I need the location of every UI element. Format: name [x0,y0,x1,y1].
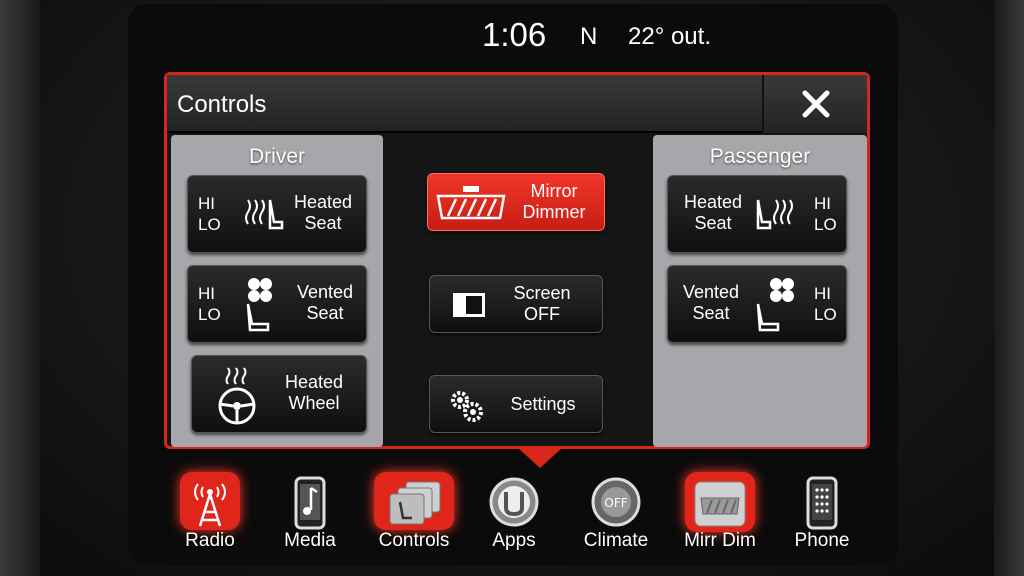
mirror-dimmer-button[interactable]: Mirror Dimmer [427,173,605,231]
hi-label: HI [814,284,831,303]
heated-seat-line2: Seat [304,213,342,233]
dock-radio[interactable]: Radio [162,470,258,562]
vented-seat-icon [756,278,794,332]
dock-apps[interactable]: Apps [466,470,562,562]
mirror-dimmer-line1: Mirror [530,181,578,201]
heated-seat-line1: Heated [683,192,743,212]
status-bar: 1:06 N 22° out. [128,4,898,66]
bezel-right-edge [994,0,1024,576]
apps-icon [489,477,539,527]
dock-label: Controls [378,530,450,551]
screen-off-line1: Screen [513,283,571,303]
panel-header: Controls [167,75,867,133]
settings-button[interactable]: Settings [429,375,603,433]
vented-seat-line1: Vented [296,282,354,302]
panel-pointer [518,448,562,468]
heated-seat-line1: Heated [293,192,353,212]
hi-label: HI [198,284,215,303]
dock-label: Apps [492,530,536,551]
close-button[interactable] [762,75,867,133]
lo-label: LO [814,305,837,324]
settings-gear-icon [451,391,483,422]
clock: 1:06 [482,16,547,53]
bezel-left-edge [0,0,40,576]
passenger-zone: Passenger Heated Seat HI LO Vented Seat [653,135,867,447]
heated-seat-line2: Seat [694,213,732,233]
lo-label: LO [198,305,221,324]
dock-label: Radio [185,530,235,551]
driver-zone: Driver HI LO Heated Seat HI LO Vented Se… [171,135,383,447]
passenger-heated-seat-button[interactable]: Heated Seat HI LO [667,175,847,253]
hi-label: HI [198,194,215,213]
heated-wheel-line1: Heated [284,372,344,392]
passenger-vented-seat-button[interactable]: Vented Seat HI LO [667,265,847,343]
panel-title: Controls [177,91,267,118]
vented-seat-line1: Vented [682,282,740,302]
media-player-icon [294,476,326,530]
lo-label: LO [814,215,837,234]
dock-phone[interactable]: Phone [774,470,870,562]
controls-panel: Controls Driver HI LO Heated Seat HI LO … [164,72,870,449]
close-icon [802,90,829,118]
outside-temperature: 22° out. [628,23,711,50]
screen-off-icon [453,293,485,317]
driver-heated-seat-button[interactable]: HI LO Heated Seat [187,175,367,253]
heated-seat-icon [756,199,793,230]
lo-label: LO [198,215,221,234]
dock-media[interactable]: Media [262,470,358,562]
heated-seat-icon [245,199,284,230]
phone-icon [806,476,838,530]
mirror-dim-icon [694,481,746,527]
dock-mirr-dim[interactable]: Mirr Dim [672,470,768,562]
driver-title: Driver [249,145,305,168]
driver-heated-wheel-button[interactable]: Heated Wheel [191,355,367,433]
dock-controls[interactable]: Controls [366,470,462,562]
screen-off-button[interactable]: Screen OFF [429,275,603,333]
mirror-dimmer-icon [436,186,506,220]
dock-climate[interactable]: OFF Climate [568,470,664,562]
vented-seat-icon [246,278,272,332]
bottom-dock: Radio Media Controls Apps OFF Climate Mi… [128,470,898,566]
controls-icon [389,481,441,525]
mirror-dimmer-line2: Dimmer [522,202,586,222]
svg-text:OFF: OFF [604,496,627,510]
vented-seat-line2: Seat [692,303,730,323]
dock-label: Media [284,530,336,551]
dock-label: Climate [583,530,649,551]
settings-label: Settings [510,394,576,414]
driver-vented-seat-button[interactable]: HI LO Vented Seat [187,265,367,343]
climate-icon: OFF [591,477,641,527]
heated-wheel-icon [218,367,256,425]
vented-seat-line2: Seat [306,303,344,323]
radio-tower-icon [194,483,226,527]
dock-label: Mirr Dim [684,530,756,551]
dock-label: Phone [794,530,850,551]
hi-label: HI [814,194,831,213]
screen-off-line2: OFF [524,304,560,324]
passenger-title: Passenger [709,145,811,168]
compass-heading: N [580,23,598,50]
touchscreen: 1:06 N 22° out. Controls Driver HI LO He… [128,4,898,566]
heated-wheel-line2: Wheel [288,393,340,413]
